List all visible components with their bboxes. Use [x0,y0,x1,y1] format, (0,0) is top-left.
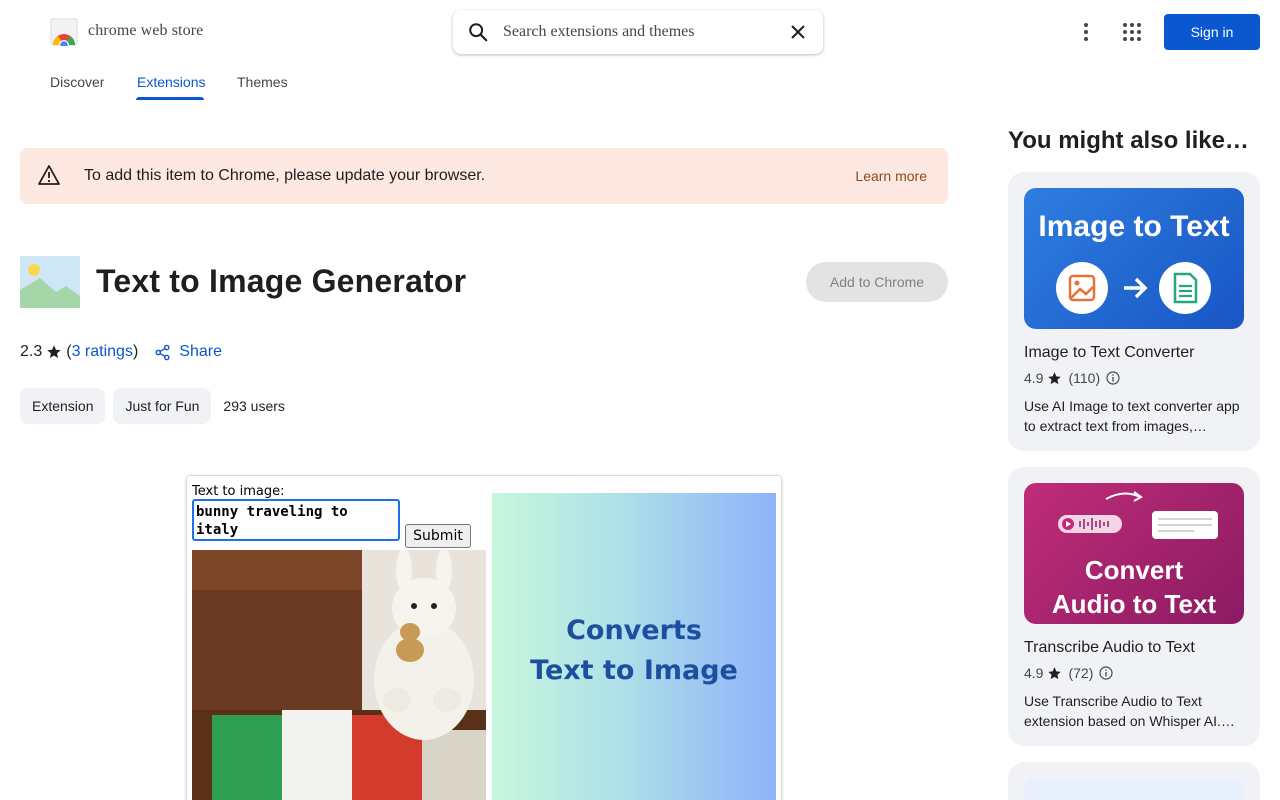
recommendation-card[interactable] [1008,762,1260,800]
card-rating-count: (110) [1068,370,1101,386]
star-icon [1048,371,1062,384]
card-rating-value: 4.9 [1024,665,1044,681]
sign-in-button[interactable]: Sign in [1164,14,1260,50]
rating-value: 2.3 [20,343,43,360]
preview-submit-button: Submit [405,524,471,548]
card-image: Convert Audio to Text [1024,483,1244,624]
preview-label: Text to image: [192,484,285,499]
more-vert-icon [1084,23,1088,41]
audio-waveform-icon [1058,491,1218,539]
recommendations-title: You might also like… [1008,127,1249,154]
update-browser-banner: To add this item to Chrome, please updat… [20,148,948,204]
search-box[interactable] [453,10,823,54]
chip-category[interactable]: Just for Fun [113,388,212,424]
card-image-title: Convert Audio to Text [1024,553,1244,621]
generated-bunny-photo [192,550,486,800]
banner-message: To add this item to Chrome, please updat… [84,167,486,184]
info-icon[interactable] [1099,666,1113,680]
star-icon [1048,666,1062,679]
card-image-title-line-2: Audio to Text [1051,589,1217,619]
share-label: Share [179,343,222,360]
card-image-title-line-1: Convert [1084,555,1184,585]
promo-line-1: Converts [566,615,702,646]
card-name: Transcribe Audio to Text [1024,639,1195,656]
search-icon [469,23,488,42]
brand-name[interactable]: chrome web store [88,22,203,40]
star-icon [47,345,61,358]
extension-title: Text to Image Generator [96,263,467,299]
add-to-chrome-button[interactable]: Add to Chrome [806,262,948,302]
recommendation-card[interactable]: Convert Audio to Text Transcribe Audio t… [1008,467,1260,746]
rating-row: 2.3 ( 3 ratings ) Share [20,342,222,362]
card-name: Image to Text Converter [1024,344,1195,361]
card-description: Use Transcribe Audio to Text extension b… [1024,693,1235,729]
extension-image-icon [20,256,80,308]
chrome-web-store-logo[interactable] [50,18,78,46]
warning-icon [38,165,60,185]
active-tab-indicator [136,97,204,100]
more-options-button[interactable] [1074,20,1098,44]
card-image-title: Image to Text [1038,210,1230,243]
card-rating: 4.9 (72) [1024,665,1113,681]
card-image [1024,778,1244,800]
card-rating: 4.9 (110) [1024,370,1120,386]
clear-search-button[interactable] [787,21,809,43]
tab-discover[interactable]: Discover [50,74,104,90]
promo-line-2: Text to Image [530,655,738,686]
card-rating-count: (72) [1068,665,1094,681]
ratings-link[interactable]: 3 ratings [72,343,133,361]
user-count: 293 users [223,398,285,414]
card-rating-value: 4.9 [1024,370,1044,386]
tab-extensions[interactable]: Extensions [137,74,205,90]
promo-text: Converts Text to Image [492,611,776,691]
info-icon[interactable] [1106,371,1120,385]
card-description: Use AI Image to text converter app to ex… [1024,398,1240,434]
learn-more-link[interactable]: Learn more [855,168,927,184]
chip-extension[interactable]: Extension [20,388,106,424]
item-chips: Extension Just for Fun 293 users [20,388,285,424]
ratings-paren-close: ) [132,343,139,360]
category-tabs: Discover Extensions Themes [0,64,400,104]
tab-themes[interactable]: Themes [237,74,288,90]
header: chrome web store Sign in [0,0,1280,64]
recommendation-card[interactable]: Image to Text Image to Text Converter 4.… [1008,172,1260,451]
card-image: Image to Text [1024,188,1244,329]
search-input[interactable] [503,20,783,44]
share-button[interactable]: Share [154,343,222,361]
extension-screenshot[interactable]: Text to image: bunny traveling to italy … [186,475,782,800]
image-to-text-icon [1056,262,1211,314]
share-icon [155,344,170,360]
google-apps-button[interactable] [1120,20,1144,44]
promo-panel: Converts Text to Image [492,493,776,800]
preview-prompt-textarea: bunny traveling to italy [192,499,400,541]
apps-grid-icon [1123,23,1141,41]
close-icon [791,25,805,39]
